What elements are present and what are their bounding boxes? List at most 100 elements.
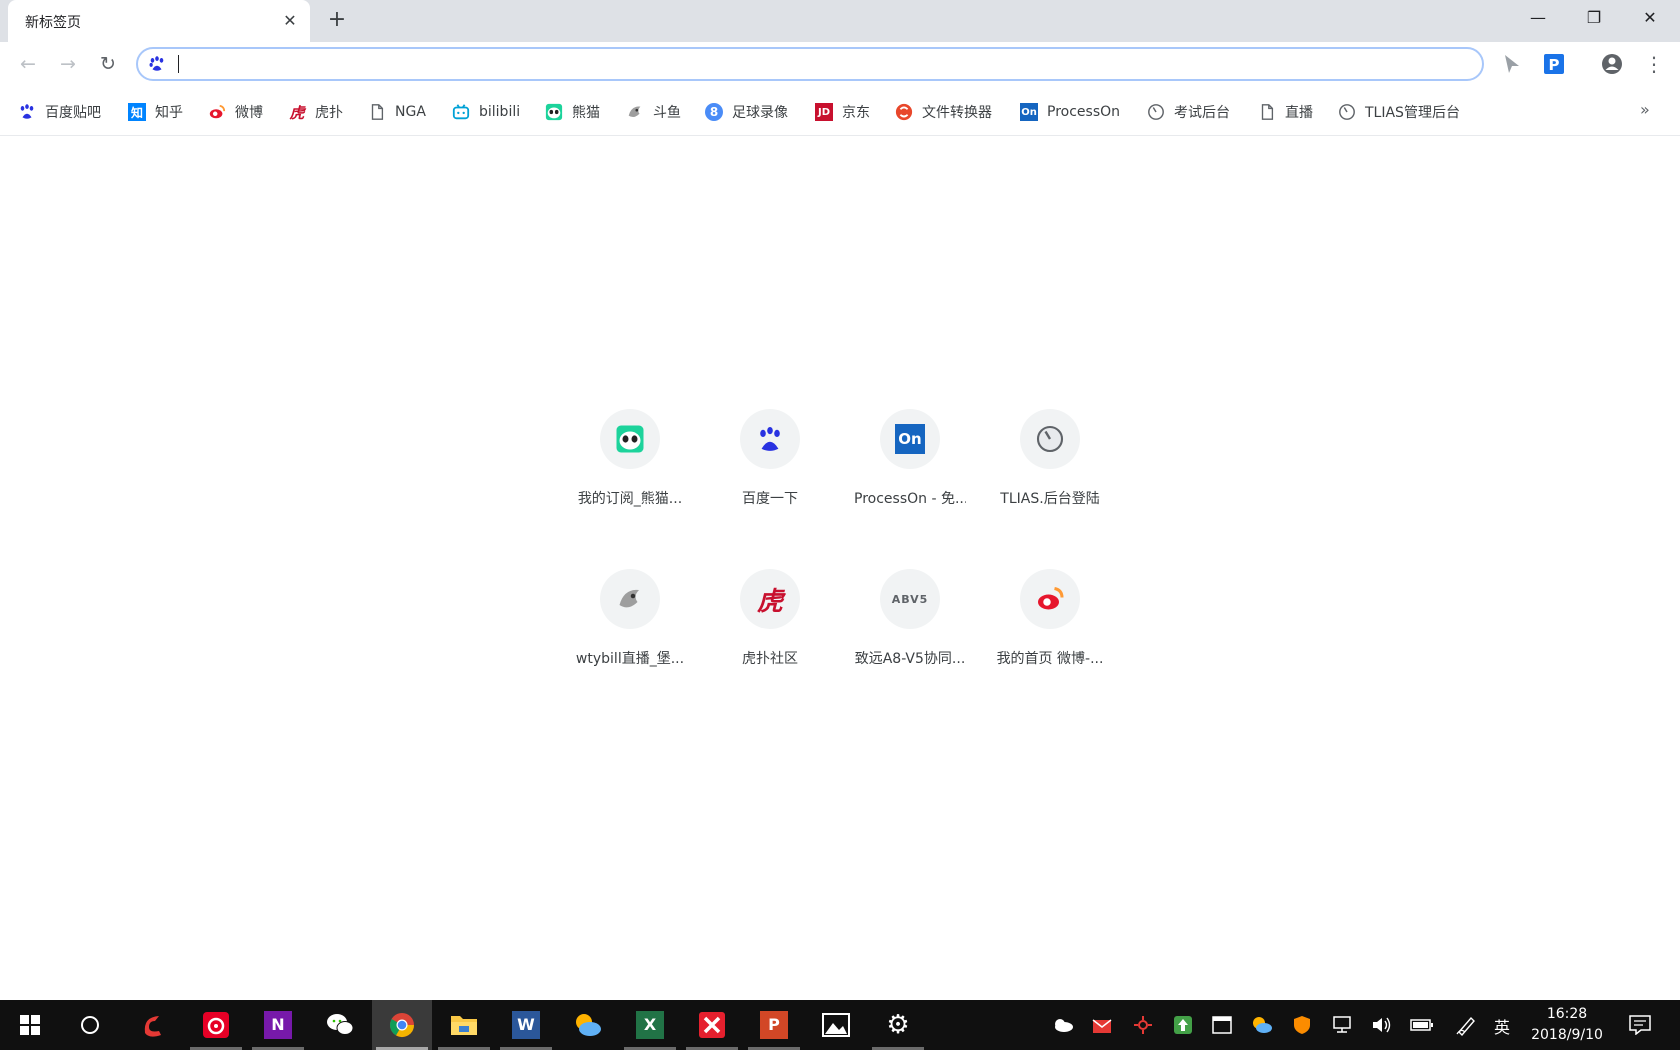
restore-button[interactable]: ❐ <box>1566 0 1622 36</box>
new-tab-button[interactable]: + <box>325 9 349 33</box>
app-onenote[interactable]: N <box>248 1000 308 1050</box>
baidu-paw-icon <box>760 426 780 451</box>
weibo-icon <box>209 104 226 119</box>
tile-title: ProcessOn - 免... <box>854 491 966 507</box>
app-settings[interactable]: ⚙ <box>868 1000 928 1050</box>
app-netease-music[interactable] <box>186 1000 246 1050</box>
bookmark-item[interactable]: 熊猫 <box>545 88 600 136</box>
app-file-explorer[interactable] <box>434 1000 494 1050</box>
most-visited-tile[interactable]: 我的首页 微博-... <box>994 569 1106 681</box>
bookmark-item[interactable]: 8 足球录像 <box>705 88 788 136</box>
p-extension-icon[interactable]: P <box>1542 52 1566 76</box>
most-visited-tile[interactable]: 百度一下 <box>714 409 826 521</box>
most-visited-tile[interactable]: TLIAS.后台登陆 <box>994 409 1106 521</box>
onedrive-icon[interactable] <box>1051 1013 1075 1037</box>
tile-favicon <box>1020 569 1080 629</box>
address-input[interactable] <box>176 53 1466 75</box>
cortana-button[interactable] <box>60 1000 120 1050</box>
tab-new-tab[interactable]: 新标签页 ✕ <box>8 0 310 42</box>
app-xmind[interactable] <box>682 1000 742 1050</box>
app-excel[interactable]: X <box>620 1000 680 1050</box>
app-word[interactable]: W <box>496 1000 556 1050</box>
bookmark-label: 百度贴吧 <box>45 105 101 121</box>
red-swirl-icon <box>144 1016 161 1037</box>
most-visited-tile[interactable]: ABV5 致远A8-V5协同... <box>854 569 966 681</box>
gear-icon: ⚙ <box>886 1010 910 1040</box>
reload-button[interactable]: ↻ <box>94 50 122 78</box>
network-icon[interactable] <box>1330 1013 1354 1037</box>
bookmark-label: 直播 <box>1285 105 1313 121</box>
onenote-icon: N <box>264 1011 292 1039</box>
address-bar[interactable] <box>136 47 1484 81</box>
bookmark-label: 熊猫 <box>572 105 600 121</box>
tile-title: 我的首页 微博-... <box>996 651 1104 667</box>
window-tray-icon[interactable] <box>1210 1013 1234 1037</box>
forward-button[interactable]: → <box>54 50 82 78</box>
most-visited-tile[interactable]: 虎 虎扑社区 <box>714 569 826 681</box>
app-wechat[interactable] <box>310 1000 370 1050</box>
mail-tray-icon[interactable] <box>1091 1013 1115 1037</box>
wechat-icon <box>327 1014 354 1035</box>
bookmark-item[interactable]: 斗鱼 <box>626 88 681 136</box>
bookmark-item[interactable]: 虎 虎扑 <box>288 88 343 136</box>
tab-strip: 新标签页 ✕ + — ❐ ✕ <box>0 0 1680 42</box>
minimize-button[interactable]: — <box>1510 0 1566 36</box>
word-icon: W <box>512 1011 540 1039</box>
tile-title: wtybill直播_堡... <box>575 651 685 667</box>
tab-close-icon[interactable]: ✕ <box>280 11 300 31</box>
most-visited-tile[interactable]: 我的订阅_熊猫... <box>574 409 686 521</box>
system-clock[interactable]: 16:28 2018/9/10 <box>1518 1004 1616 1046</box>
app-powerpoint[interactable]: P <box>744 1000 804 1050</box>
tile-title: 虎扑社区 <box>742 651 798 667</box>
start-button[interactable] <box>0 1000 60 1050</box>
action-center-icon[interactable] <box>1628 1013 1652 1037</box>
jd-icon: JD <box>815 103 833 121</box>
battery-icon[interactable] <box>1410 1013 1434 1037</box>
chrome-icon <box>389 1013 414 1038</box>
app-weather[interactable] <box>558 1000 618 1050</box>
bookmark-label: ProcessOn <box>1047 104 1121 120</box>
weather-icon <box>576 1014 601 1036</box>
bookmark-item[interactable]: NGA <box>368 88 426 136</box>
bookmarks-overflow-icon[interactable]: » <box>1640 100 1650 119</box>
close-window-button[interactable]: ✕ <box>1622 0 1678 36</box>
shield-icon[interactable] <box>1290 1013 1314 1037</box>
baidu-paw-icon <box>20 104 34 119</box>
app-photos[interactable] <box>806 1000 866 1050</box>
bookmark-label: 虎扑 <box>315 105 343 121</box>
most-visited-tile[interactable]: wtybill直播_堡... <box>574 569 686 681</box>
volume-icon[interactable] <box>1370 1013 1394 1037</box>
photos-icon <box>822 1013 850 1037</box>
weather-tray-icon[interactable] <box>1250 1013 1274 1037</box>
bookmark-item[interactable]: JD 京东 <box>815 88 870 136</box>
chrome-menu-icon[interactable]: ⋮ <box>1640 50 1668 78</box>
app-red-swirl[interactable] <box>123 1000 183 1050</box>
gauge-icon <box>1036 425 1064 453</box>
bookmark-label: 微博 <box>235 105 263 121</box>
svg-text:P: P <box>1549 56 1560 74</box>
huawei-tray-icon[interactable] <box>1131 1013 1155 1037</box>
back-button[interactable]: ← <box>14 50 42 78</box>
bookmark-item[interactable]: On ProcessOn <box>1020 88 1120 136</box>
bookmark-item[interactable]: 直播 <box>1258 88 1313 136</box>
tile-favicon: On <box>880 409 940 469</box>
cursor-extension-icon[interactable] <box>1500 52 1524 76</box>
update-tray-icon[interactable] <box>1171 1013 1195 1037</box>
bookmark-item[interactable]: 文件转换器 <box>895 88 992 136</box>
bookmark-item[interactable]: 百度贴吧 <box>18 88 101 136</box>
most-visited-tile[interactable]: On ProcessOn - 免... <box>854 409 966 521</box>
bookmark-label: 知乎 <box>155 105 183 121</box>
bookmark-item[interactable]: TLIAS管理后台 <box>1338 88 1460 136</box>
pen-workspace-icon[interactable] <box>1454 1013 1478 1037</box>
bookmark-item[interactable]: bilibili <box>452 88 520 136</box>
app-chrome[interactable] <box>372 1000 432 1050</box>
bookmark-item[interactable]: 知 知乎 <box>128 88 183 136</box>
tile-title: 致远A8-V5协同... <box>854 651 966 667</box>
input-method-indicator[interactable]: 英 <box>1494 1014 1510 1038</box>
folder-icon <box>451 1016 477 1035</box>
bilibili-icon <box>452 104 470 120</box>
hupu-icon: 虎 <box>756 586 783 617</box>
bookmark-item[interactable]: 微博 <box>208 88 263 136</box>
bookmark-item[interactable]: 考试后台 <box>1147 88 1230 136</box>
profile-avatar-icon[interactable] <box>1600 52 1624 76</box>
